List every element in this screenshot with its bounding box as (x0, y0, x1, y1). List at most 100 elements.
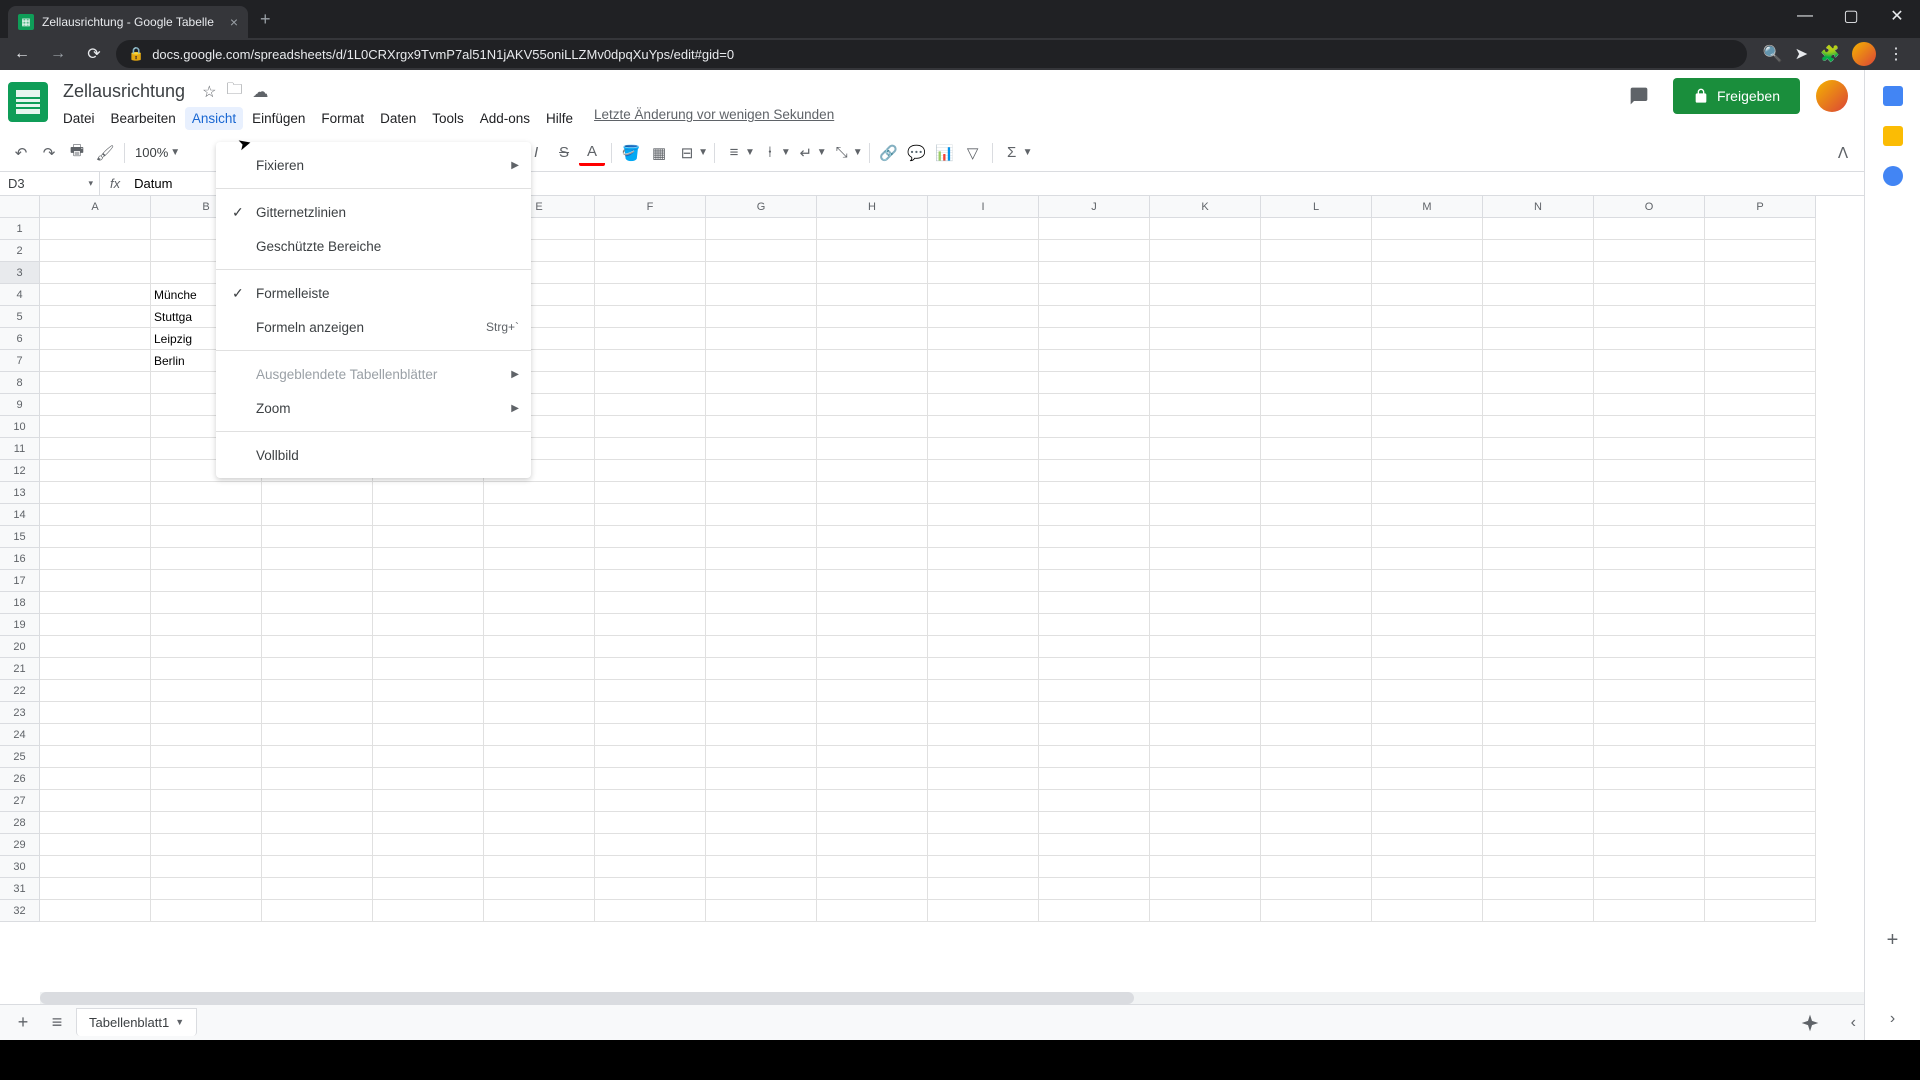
chevron-down-icon[interactable]: ▼ (745, 147, 755, 158)
cell[interactable] (484, 526, 595, 548)
cell[interactable] (1483, 724, 1594, 746)
cell[interactable] (928, 372, 1039, 394)
cell[interactable] (1261, 328, 1372, 350)
row-header[interactable]: 21 (0, 658, 40, 680)
cell[interactable] (151, 702, 262, 724)
cell[interactable] (817, 834, 928, 856)
cell[interactable] (706, 262, 817, 284)
row-header[interactable]: 24 (0, 724, 40, 746)
select-all-corner[interactable] (0, 196, 40, 218)
cell[interactable] (1261, 240, 1372, 262)
cell[interactable] (1150, 262, 1261, 284)
cell[interactable] (1261, 504, 1372, 526)
cell[interactable] (1039, 504, 1150, 526)
cell[interactable] (1372, 284, 1483, 306)
reload-button[interactable]: ⟳ (80, 40, 108, 68)
cell[interactable] (1372, 416, 1483, 438)
cell[interactable] (373, 658, 484, 680)
cell[interactable] (1150, 570, 1261, 592)
cell[interactable] (1372, 768, 1483, 790)
cell[interactable] (151, 636, 262, 658)
cell[interactable] (1372, 636, 1483, 658)
cell[interactable] (484, 746, 595, 768)
cell[interactable] (151, 592, 262, 614)
cell[interactable] (706, 900, 817, 922)
doc-title[interactable]: Zellausrichtung (56, 78, 192, 105)
cell[interactable] (1261, 262, 1372, 284)
column-header[interactable]: A (40, 196, 151, 218)
cell[interactable] (1150, 548, 1261, 570)
sheet-tab[interactable]: Tabellenblatt1 ▼ (76, 1008, 197, 1036)
cell[interactable] (595, 306, 706, 328)
cell[interactable] (706, 724, 817, 746)
share-icon[interactable]: ➤ (1795, 44, 1808, 64)
text-color-button[interactable]: A (579, 140, 605, 166)
cell[interactable] (40, 878, 151, 900)
cell[interactable] (40, 570, 151, 592)
cell[interactable] (262, 614, 373, 636)
add-sheet-button[interactable]: + (8, 1008, 38, 1038)
cell[interactable] (1372, 790, 1483, 812)
cell[interactable] (1150, 504, 1261, 526)
cell[interactable] (928, 680, 1039, 702)
cell[interactable] (817, 526, 928, 548)
cell[interactable] (1705, 482, 1816, 504)
cell[interactable] (373, 636, 484, 658)
cell[interactable] (817, 482, 928, 504)
cell[interactable] (1372, 614, 1483, 636)
row-header[interactable]: 19 (0, 614, 40, 636)
cell[interactable] (1705, 658, 1816, 680)
cell[interactable] (928, 504, 1039, 526)
cell[interactable] (928, 790, 1039, 812)
cell[interactable] (1705, 790, 1816, 812)
cell[interactable] (928, 548, 1039, 570)
cell[interactable] (1705, 526, 1816, 548)
insert-link-button[interactable]: 🔗 (876, 140, 902, 166)
cell[interactable] (1150, 482, 1261, 504)
chevron-down-icon[interactable]: ▼ (817, 147, 827, 158)
cell[interactable] (1150, 350, 1261, 372)
cell[interactable] (40, 284, 151, 306)
cell[interactable] (928, 570, 1039, 592)
cell[interactable] (40, 856, 151, 878)
tasks-icon[interactable] (1883, 166, 1903, 186)
cell[interactable] (40, 306, 151, 328)
cell[interactable] (1039, 790, 1150, 812)
cell[interactable] (262, 856, 373, 878)
row-header[interactable]: 12 (0, 460, 40, 482)
cell[interactable] (1372, 262, 1483, 284)
cell[interactable] (151, 900, 262, 922)
collapse-toolbar-button[interactable]: ᐱ (1830, 140, 1856, 166)
cell[interactable] (151, 614, 262, 636)
cell[interactable] (1039, 218, 1150, 240)
cell[interactable] (1594, 724, 1705, 746)
cell[interactable] (1483, 768, 1594, 790)
cell[interactable] (1705, 768, 1816, 790)
menu-item-add-ons[interactable]: Add-ons (473, 107, 537, 130)
cell[interactable] (1594, 592, 1705, 614)
row-header[interactable]: 7 (0, 350, 40, 372)
cell[interactable] (262, 680, 373, 702)
cell[interactable] (373, 812, 484, 834)
cell[interactable] (262, 658, 373, 680)
cell[interactable] (595, 548, 706, 570)
cell[interactable] (1039, 570, 1150, 592)
paint-format-button[interactable]: 🖌 (92, 140, 118, 166)
menu-option[interactable]: ✓Gitternetzlinien (216, 195, 531, 229)
cell[interactable] (706, 394, 817, 416)
cell[interactable] (706, 240, 817, 262)
cell[interactable] (1150, 680, 1261, 702)
cell[interactable] (484, 900, 595, 922)
new-tab-button[interactable]: + (248, 9, 283, 30)
cell[interactable] (1372, 724, 1483, 746)
cell[interactable] (1705, 812, 1816, 834)
cell[interactable] (1150, 790, 1261, 812)
cell[interactable] (706, 570, 817, 592)
cell[interactable] (373, 504, 484, 526)
cell[interactable] (484, 878, 595, 900)
row-header[interactable]: 20 (0, 636, 40, 658)
row-header[interactable]: 27 (0, 790, 40, 812)
cell[interactable] (1261, 548, 1372, 570)
cell[interactable] (706, 702, 817, 724)
cell[interactable] (1372, 240, 1483, 262)
